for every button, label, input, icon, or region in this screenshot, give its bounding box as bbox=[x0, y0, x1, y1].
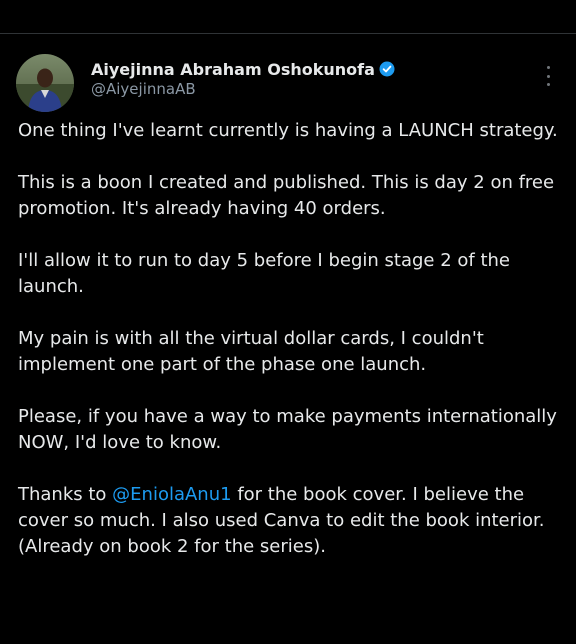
more-options-icon[interactable] bbox=[542, 66, 554, 86]
tweet-paragraph: My pain is with all the virtual dollar c… bbox=[18, 328, 484, 375]
tweet-paragraph: Please, if you have a way to make paymen… bbox=[18, 406, 557, 453]
text-prefix: Thanks to bbox=[18, 484, 113, 505]
tweet: Aiyejinna Abraham Oshokunofa @AiyejinnaA… bbox=[0, 34, 576, 644]
verified-badge-icon bbox=[379, 61, 395, 77]
tweet-body: One thing I've learnt currently is havin… bbox=[18, 118, 558, 586]
tweet-paragraph: This is a boon I created and published. … bbox=[18, 172, 555, 219]
tweet-paragraph: One thing I've learnt currently is havin… bbox=[18, 120, 558, 141]
avatar[interactable] bbox=[16, 54, 74, 112]
tweet-paragraph-last: Thanks to @EniolaAnu1 for the book cover… bbox=[18, 482, 558, 560]
tweet-paragraph: I'll allow it to run to day 5 before I b… bbox=[18, 250, 510, 297]
author-display-name[interactable]: Aiyejinna Abraham Oshokunofa bbox=[91, 60, 375, 79]
mention-link[interactable]: @EniolaAnu1 bbox=[112, 484, 231, 505]
author-handle[interactable]: @AiyejinnaAB bbox=[91, 80, 395, 98]
author-block: Aiyejinna Abraham Oshokunofa @AiyejinnaA… bbox=[91, 58, 395, 98]
name-row: Aiyejinna Abraham Oshokunofa bbox=[91, 58, 395, 80]
